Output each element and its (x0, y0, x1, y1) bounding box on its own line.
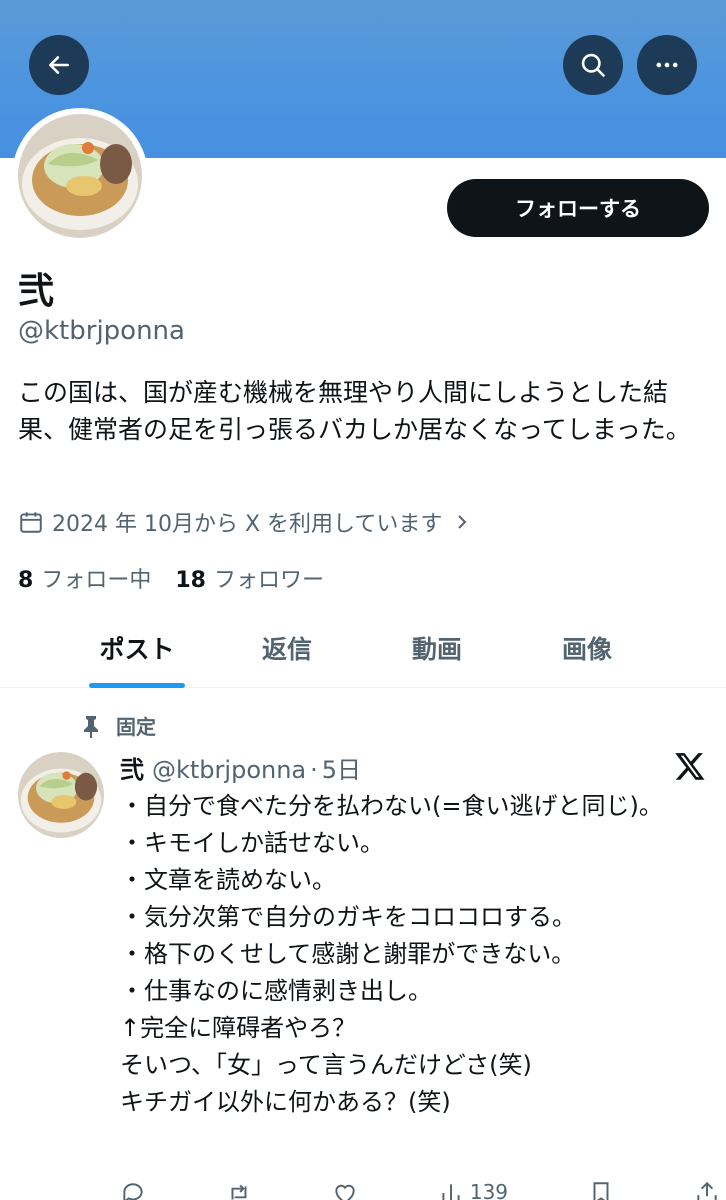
post-line: ・キモイしか話せない。 (120, 829, 384, 857)
profile-bio: この国は、国が産む機械を無理やり人間にしようとした結果、健常者の足を引っ張るバカ… (18, 378, 691, 444)
share-icon (697, 1181, 717, 1200)
ramen-photo (18, 114, 142, 238)
post-header: 弐 @ktbrjponna · 5日 (120, 750, 361, 785)
bookmark-icon (593, 1182, 609, 1200)
post-author-avatar[interactable] (18, 752, 104, 838)
post-line: キチガイ以外に何かある？(笑) (120, 1088, 451, 1116)
followers-count: 18 (175, 568, 206, 593)
back-button[interactable] (29, 35, 89, 95)
joined-date[interactable]: 2024 年 10月から X を利用しています (18, 506, 470, 538)
display-name: 弐 (18, 271, 55, 312)
tab-images-label: 画像 (561, 635, 612, 664)
post-author-name[interactable]: 弐 (120, 750, 144, 785)
post-line: ・自分で食べた分を払わない(=食い逃げと同じ)。 (120, 792, 663, 820)
post-line: ・格下のくせして感謝と謝罪ができない。 (120, 940, 576, 968)
back-arrow-icon (49, 56, 69, 74)
post-separator: · (310, 756, 318, 784)
pinned-label: 固定 (116, 715, 156, 739)
post-line: そいつ、「女」って言うんだけどさ(笑) (120, 1051, 532, 1079)
post-line: ・仕事なのに感情剥き出し。 (120, 977, 432, 1005)
following-link[interactable]: 8 フォロー中 (18, 562, 151, 594)
follow-button[interactable]: フォローする (447, 179, 709, 237)
views-button[interactable]: 139 (438, 1180, 508, 1200)
more-button[interactable] (637, 35, 697, 95)
followers-label: フォロワー (213, 568, 324, 593)
tab-images[interactable]: 画像 (512, 608, 662, 688)
tab-videos-label: 動画 (411, 635, 462, 664)
repost-icon (231, 1184, 247, 1200)
follow-stats: 8 フォロー中 18 フォロワー (18, 562, 324, 594)
post-line: ↑完全に障碍者やろ？ (120, 1014, 357, 1042)
post-actions: 139 (120, 1180, 720, 1200)
ramen-photo-small (18, 752, 104, 838)
search-button[interactable] (563, 35, 623, 95)
post-line: ・気分次第で自分のガキをコロコロする。 (120, 903, 576, 931)
joined-text: 2024 年 10月から X を利用しています (52, 512, 443, 537)
x-logo-icon (675, 753, 705, 780)
pin-icon (84, 715, 98, 738)
pinned-indicator: 固定 (80, 711, 156, 740)
post-line: ・文章を読めない。 (120, 866, 336, 894)
tab-posts-label: ポスト (99, 635, 175, 664)
views-count: 139 (469, 1180, 509, 1200)
reply-icon (123, 1183, 143, 1200)
post-author-handle[interactable]: @ktbrjponna (152, 756, 306, 784)
profile-avatar[interactable] (12, 108, 148, 244)
chevron-right-icon (458, 515, 467, 529)
tab-replies-label: 返信 (261, 635, 312, 664)
tab-videos[interactable]: 動画 (362, 608, 512, 688)
tab-posts[interactable]: ポスト (62, 608, 212, 688)
following-label: フォロー中 (41, 568, 152, 593)
search-icon (581, 53, 605, 77)
following-count: 8 (18, 568, 34, 593)
active-tab-indicator (89, 683, 185, 688)
user-handle: @ktbrjponna (18, 316, 185, 346)
more-horizontal-icon (656, 62, 678, 68)
views-chart-icon (442, 1184, 460, 1200)
followers-link[interactable]: 18 フォロワー (175, 562, 324, 594)
heart-icon (335, 1184, 355, 1200)
profile-tabs: ポスト 返信 動画 画像 (0, 608, 726, 688)
post-time[interactable]: 5日 (322, 750, 361, 785)
post-text: ・自分で食べた分を払わない(=食い逃げと同じ)。 ・キモイしか話せない。 ・文章… (120, 788, 720, 1121)
tab-replies[interactable]: 返信 (212, 608, 362, 688)
calendar-icon (20, 512, 42, 533)
share-button[interactable] (694, 1180, 720, 1200)
bookmark-button[interactable] (588, 1180, 614, 1200)
repost-button[interactable] (226, 1180, 252, 1200)
reply-button[interactable] (120, 1180, 146, 1200)
like-button[interactable] (332, 1180, 358, 1200)
